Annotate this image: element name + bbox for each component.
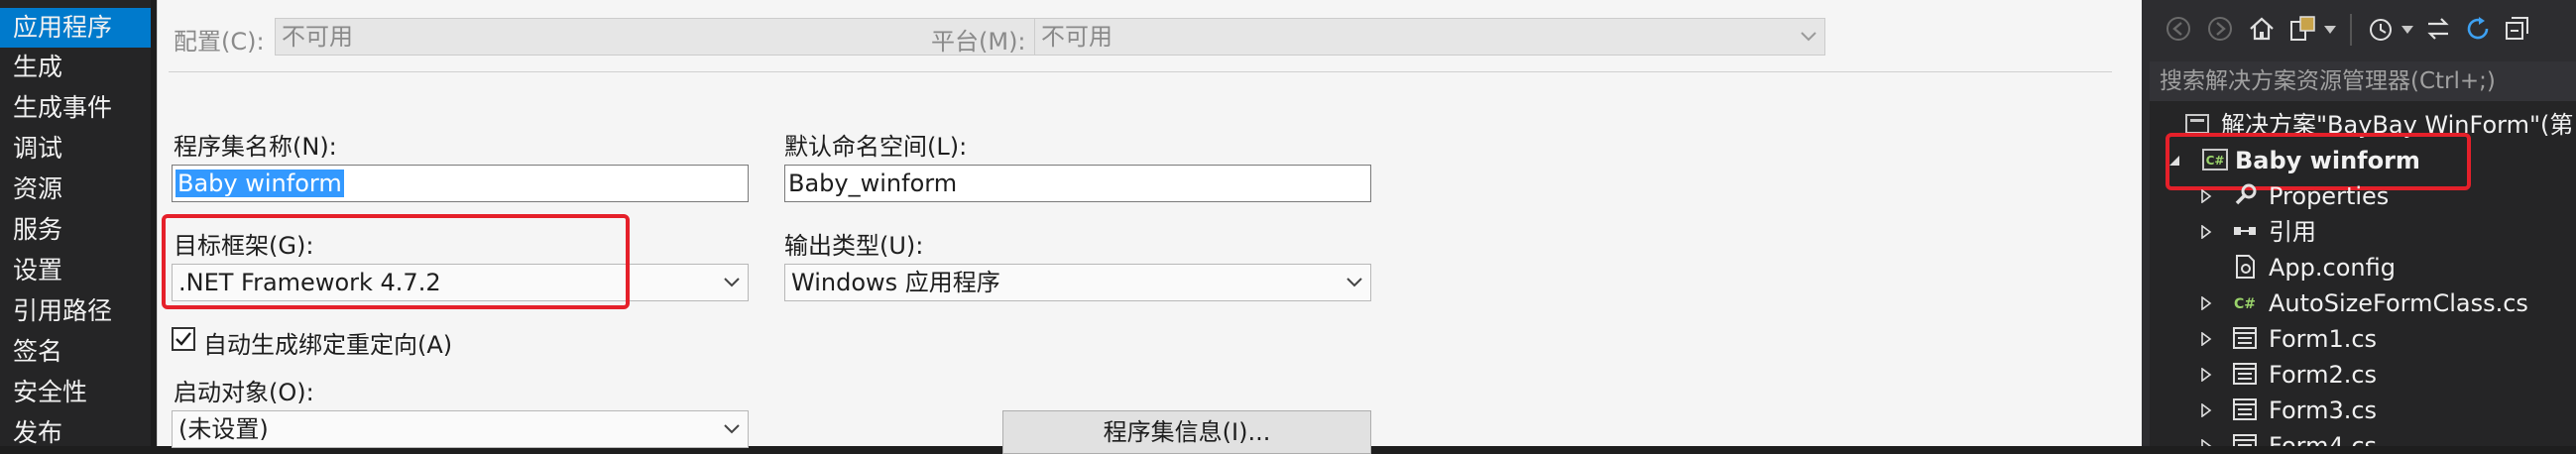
form-icon — [2233, 363, 2257, 385]
collapsed-arrow-icon[interactable] — [2199, 403, 2213, 417]
nav-item-build-events[interactable]: 生成事件 — [0, 88, 151, 128]
tree-label-form4: Form4.cs — [2269, 432, 2378, 446]
chevron-down-icon — [1801, 32, 1816, 42]
nav-item-application[interactable]: 应用程序 — [0, 8, 151, 48]
startup-object-label: 启动对象(O): — [174, 379, 314, 406]
platform-value: 不可用 — [1041, 23, 1112, 51]
output-type-select[interactable]: Windows 应用程序 — [784, 264, 1371, 301]
form-icon — [2233, 434, 2257, 446]
config-file-icon — [2236, 255, 2255, 279]
nav-item-settings[interactable]: 设置 — [0, 251, 151, 290]
collapsed-arrow-icon[interactable] — [2199, 332, 2213, 346]
auto-binding-label: 自动生成绑定重定向(A) — [203, 331, 453, 359]
solution-explorer: 搜索解决方案资源管理器(Ctrl+;) 解决方案"BayBay WinForm"… — [2142, 0, 2576, 446]
tree-label-properties: Properties — [2269, 182, 2390, 210]
nav-item-publish[interactable]: 发布 — [0, 413, 151, 453]
tree-item-form4[interactable]: Form4.cs — [2150, 428, 2576, 446]
solution-explorer-toolbar — [2150, 0, 2576, 61]
forward-icon[interactable] — [2205, 14, 2235, 44]
default-namespace-value: Baby_winform — [788, 170, 958, 197]
form-icon — [2233, 327, 2257, 349]
target-framework-highlight — [162, 214, 630, 309]
nav-item-signing[interactable]: 签名 — [0, 332, 151, 372]
assembly-name-value: Baby winform — [176, 170, 344, 197]
back-icon[interactable] — [2164, 14, 2193, 44]
assembly-name-label: 程序集名称(N): — [174, 133, 337, 161]
config-label: 配置(C): — [174, 28, 265, 56]
sync-active-document-icon[interactable] — [2423, 14, 2453, 44]
output-type-value: Windows 应用程序 — [791, 269, 1000, 296]
assembly-name-input[interactable]: Baby winform — [172, 165, 749, 202]
caret-down-icon[interactable] — [2401, 26, 2413, 34]
tree-item-properties[interactable]: Properties — [2150, 178, 2576, 214]
solution-search-input[interactable]: 搜索解决方案资源管理器(Ctrl+;) — [2150, 61, 2576, 101]
refresh-icon[interactable] — [2463, 14, 2493, 44]
caret-down-icon[interactable] — [2324, 26, 2336, 34]
assembly-info-button[interactable]: 程序集信息(I)... — [1002, 410, 1371, 454]
toolbar-separator — [2350, 14, 2352, 46]
nav-item-resources[interactable]: 资源 — [0, 170, 151, 209]
platform-label: 平台(M): — [931, 28, 1026, 56]
collapsed-arrow-icon[interactable] — [2199, 225, 2213, 239]
startup-object-value: (未设置) — [178, 415, 269, 443]
collapsed-arrow-icon[interactable] — [2199, 296, 2213, 310]
tree-item-app-config[interactable]: App.config — [2150, 250, 2576, 285]
tree-label-app-config: App.config — [2269, 254, 2396, 282]
tree-item-autosizeformclass[interactable]: C# AutoSizeFormClass.cs — [2150, 285, 2576, 321]
tree-item-form3[interactable]: Form3.cs — [2150, 393, 2576, 428]
nav-item-build[interactable]: 生成 — [0, 48, 151, 87]
wrench-icon — [2235, 183, 2257, 205]
output-type-label: 输出类型(U): — [784, 232, 924, 260]
csharp-file-icon: C# — [2234, 296, 2256, 312]
property-nav: 应用程序 生成 生成事件 调试 资源 服务 设置 引用路径 签名 安全性 发布 — [0, 0, 151, 447]
application-properties-panel: 配置(C): 不可用 平台(M): 不可用 程序集名称(N): Baby win… — [157, 0, 2142, 454]
form-icon — [2233, 398, 2257, 420]
platform-select[interactable]: 不可用 — [1034, 18, 1825, 56]
tree-label-form2: Form2.cs — [2269, 361, 2378, 389]
collapsed-arrow-icon[interactable] — [2199, 368, 2213, 382]
nav-item-reference-paths[interactable]: 引用路径 — [0, 291, 151, 331]
nav-item-debug[interactable]: 调试 — [0, 129, 151, 169]
config-value: 不可用 — [282, 23, 353, 51]
chevron-down-icon — [1347, 278, 1362, 287]
collapsed-arrow-icon[interactable] — [2199, 439, 2213, 446]
tree-label-references: 引用 — [2269, 218, 2316, 246]
tree-label-autosizeformclass: AutoSizeFormClass.cs — [2269, 289, 2528, 317]
section-divider — [169, 71, 2112, 72]
panel-splitter[interactable] — [2142, 0, 2150, 446]
nav-item-security[interactable]: 安全性 — [0, 373, 151, 412]
default-namespace-input[interactable]: Baby_winform — [784, 165, 1371, 202]
chevron-down-icon — [724, 424, 740, 434]
startup-object-select[interactable]: (未设置) — [172, 410, 749, 448]
tree-item-form2[interactable]: Form2.cs — [2150, 357, 2576, 393]
nav-item-services[interactable]: 服务 — [0, 210, 151, 250]
tree-item-references[interactable]: 引用 — [2150, 214, 2576, 250]
home-icon[interactable] — [2247, 14, 2277, 44]
auto-binding-checkbox[interactable] — [172, 327, 195, 351]
chevron-down-icon — [724, 278, 740, 287]
default-namespace-label: 默认命名空间(L): — [784, 133, 968, 161]
pending-changes-icon[interactable] — [2366, 14, 2396, 44]
svg-text:C#: C# — [2234, 296, 2256, 312]
tree-label-form1: Form1.cs — [2269, 325, 2378, 353]
tree-item-form1[interactable]: Form1.cs — [2150, 321, 2576, 357]
checkmark-icon — [176, 332, 191, 346]
collapse-all-icon[interactable] — [2503, 14, 2532, 44]
tree-label-form3: Form3.cs — [2269, 397, 2378, 424]
switch-views-icon[interactable] — [2288, 14, 2318, 44]
collapsed-arrow-icon[interactable] — [2199, 189, 2213, 203]
references-icon — [2234, 227, 2256, 235]
